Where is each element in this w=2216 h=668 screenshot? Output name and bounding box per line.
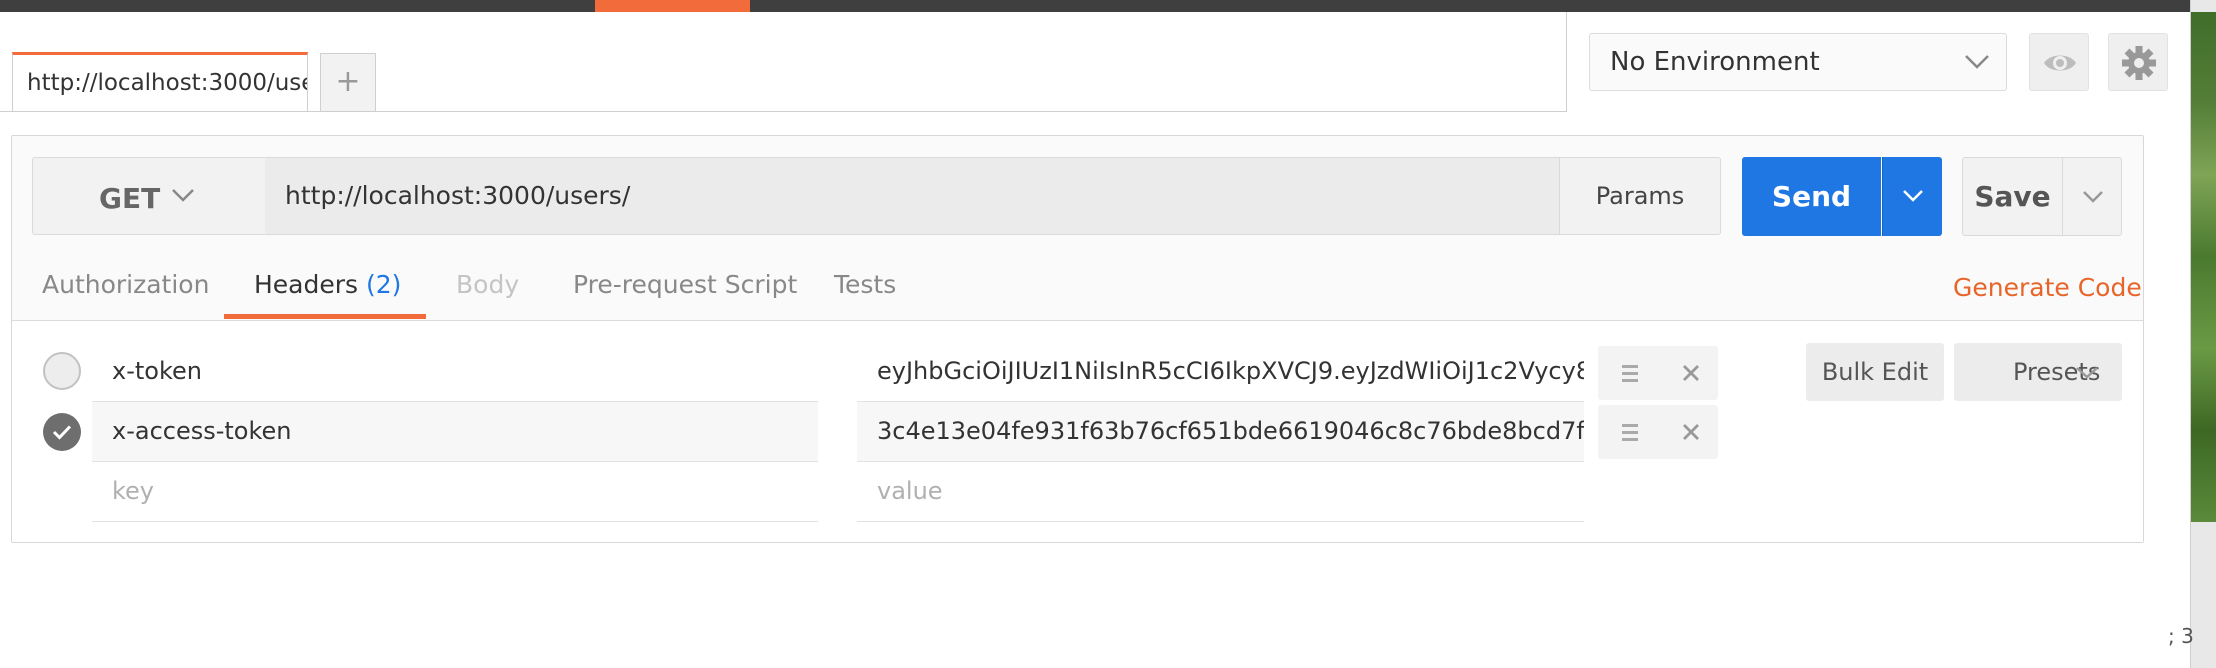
tab-strip-divider [0,111,1567,112]
header-key-field[interactable]: x-token [92,342,818,402]
tab-headers-label: Headers [254,270,359,299]
save-button[interactable]: Save [1962,157,2063,236]
environment-quick-look-button[interactable] [2029,33,2089,91]
tab-body[interactable]: Body [456,270,519,299]
header-key-field[interactable]: x-access-token [92,402,818,462]
eye-icon [2044,55,2076,71]
top-bar-active-indicator [595,0,750,12]
chevron-down-icon [1965,55,1989,69]
send-options-button[interactable] [1882,157,1942,236]
check-icon [52,425,72,440]
background-image-strip [2191,12,2216,522]
gear-icon [2122,46,2156,80]
method-label: GET [99,182,161,215]
environment-divider [1566,12,1567,112]
header-value-field[interactable]: 3c4e13e04fe931f63b76cf651bde6619046c8c76… [857,402,1584,462]
generate-code-link[interactable]: Generate Code [1953,273,2142,302]
close-icon[interactable] [1680,421,1702,443]
environment-select[interactable]: No Environment [1589,33,2007,91]
params-button[interactable]: Params [1559,157,1721,235]
hamburger-icon[interactable] [1620,421,1640,443]
send-button[interactable]: Send [1742,157,1881,236]
header-row-2-checkbox[interactable] [43,413,81,451]
request-tab[interactable]: http://localhost:3000/users/ [12,52,308,112]
header-row-2-actions [1598,405,1718,459]
header-row-1-checkbox[interactable] [43,352,81,390]
manage-environments-button[interactable] [2108,33,2168,91]
chevron-down-icon [2083,191,2103,203]
tab-authorization[interactable]: Authorization [42,270,209,299]
presets-button[interactable]: Presets [1954,343,2122,401]
environment-select-label: No Environment [1610,47,1820,77]
tab-headers[interactable]: Headers (2) [254,270,401,299]
active-tab-indicator [224,314,426,319]
new-header-key-input[interactable]: key [92,462,818,522]
window-top-bar [0,0,2216,12]
header-value-field[interactable]: eyJhbGciOiJIUzI1NiIsInR5cCI6IkpXVCJ9.eyJ… [857,342,1584,402]
background-partial-text: ; 3 [2168,624,2194,648]
header-row-1-actions [1598,346,1718,400]
close-icon[interactable] [1680,362,1702,384]
save-options-button[interactable] [2062,157,2122,236]
chevron-down-icon [2076,367,2098,379]
bulk-edit-button[interactable]: Bulk Edit [1806,343,1944,401]
url-input[interactable]: http://localhost:3000/users/ [265,157,1560,235]
tab-tests[interactable]: Tests [834,270,896,299]
new-header-value-input[interactable]: value [857,462,1584,522]
chevron-down-icon [172,189,194,202]
tab-pre-request-script[interactable]: Pre-request Script [573,270,797,299]
add-tab-button[interactable]: + [320,53,376,111]
hamburger-icon[interactable] [1620,362,1640,384]
chevron-down-icon [1903,190,1923,202]
tab-headers-count: (2) [366,270,402,299]
method-select[interactable]: GET [32,157,266,235]
